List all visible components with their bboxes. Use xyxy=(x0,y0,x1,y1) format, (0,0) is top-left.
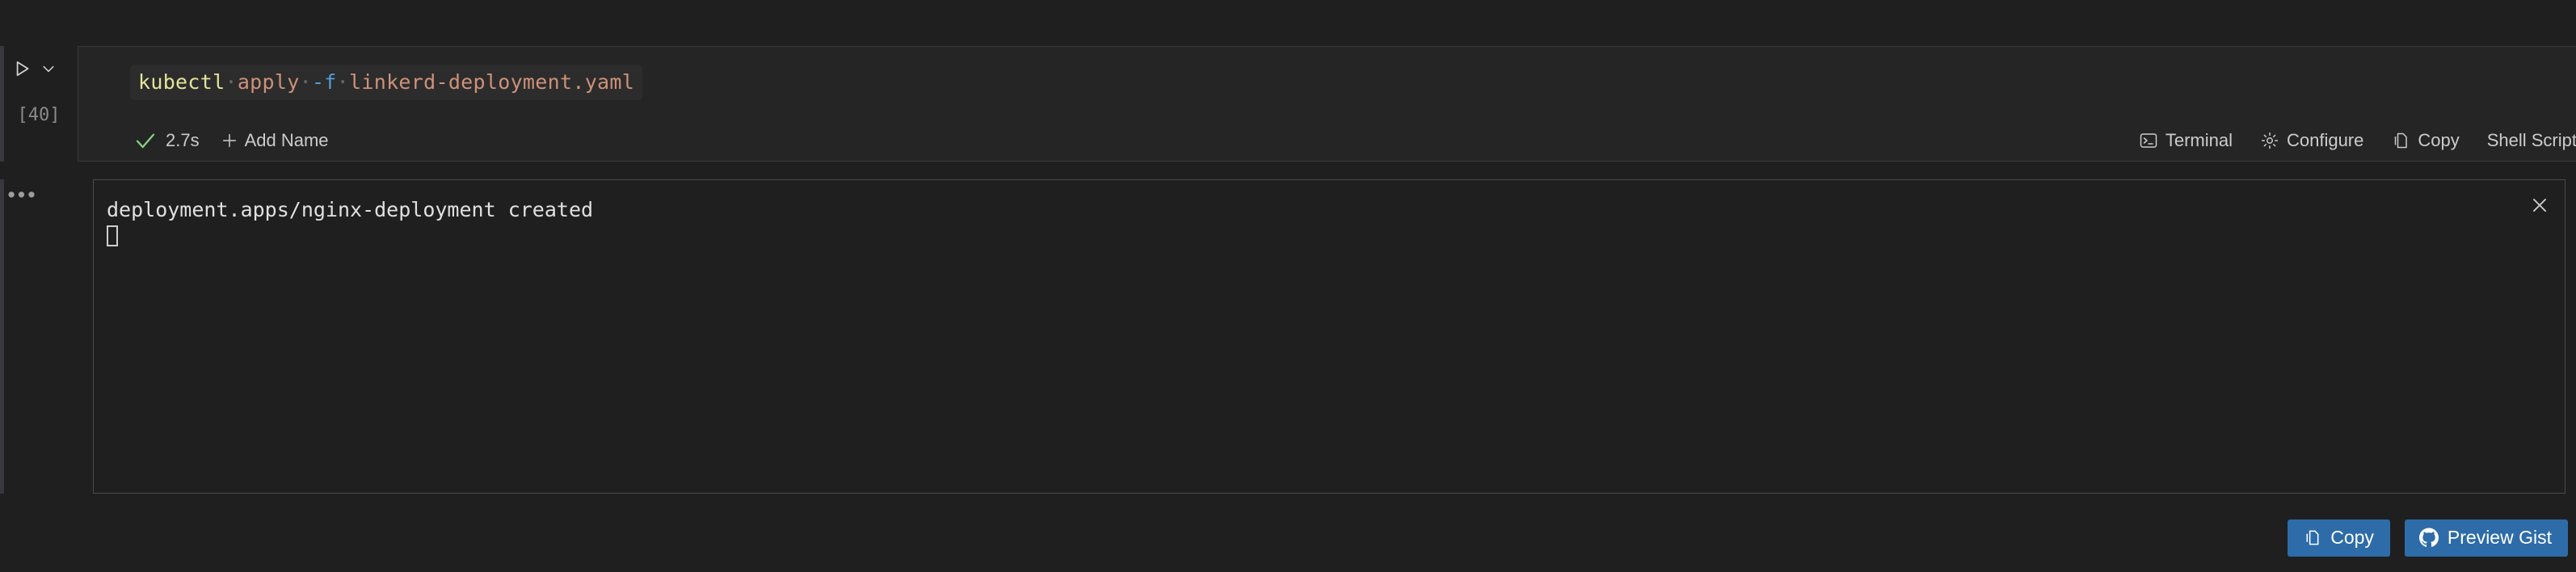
preview-gist-button[interactable]: Preview Gist xyxy=(2404,519,2568,557)
output-cursor-block xyxy=(107,225,118,246)
command-token-6: linkerd-deployment.yaml xyxy=(349,69,635,94)
play-triangle-icon[interactable] xyxy=(11,58,32,79)
cell-output-text: deployment.apps/nginx-deployment created xyxy=(107,196,593,250)
add-name-button[interactable]: Add Name xyxy=(221,130,329,151)
terminal-icon xyxy=(2139,131,2158,150)
command-token-5: · xyxy=(336,69,350,94)
copy-button[interactable]: Copy xyxy=(2288,519,2390,557)
command-token-2: apply xyxy=(237,69,300,94)
toolbar-label-shell-script: Shell Script xyxy=(2486,130,2576,150)
command-token-1: · xyxy=(225,69,238,94)
github-icon xyxy=(2418,528,2439,548)
gear-icon xyxy=(2260,131,2279,150)
toolbar-label-terminal: Terminal xyxy=(2165,130,2233,150)
cell-status-left: 2.7s Add Name xyxy=(132,121,329,160)
command-token-0: kubectl xyxy=(138,69,225,94)
preview-gist-button-label: Preview Gist xyxy=(2447,527,2552,548)
cell-output-line: deployment.apps/nginx-deployment created xyxy=(107,198,594,221)
copy-icon xyxy=(2391,131,2410,150)
check-icon xyxy=(132,127,159,154)
more-actions-icon[interactable]: ••• xyxy=(7,184,35,206)
cell-run-controls xyxy=(11,58,57,79)
cell-status-bar: 2.7s Add Name Terminal Configure Copy Sh… xyxy=(78,121,2576,160)
toolbar-item-copy[interactable]: Copy xyxy=(2391,130,2460,151)
add-name-label: Add Name xyxy=(244,130,329,150)
execution-duration: 2.7s xyxy=(166,130,200,150)
toolbar-label-configure: Configure xyxy=(2286,130,2364,150)
execution-count: [40] xyxy=(17,105,61,125)
cell-output-container: deployment.apps/nginx-deployment created xyxy=(93,179,2565,494)
cell-action-buttons: Copy Preview Gist xyxy=(2288,519,2568,557)
command-input[interactable]: kubectl · apply · -f · linkerd-deployment.yaml xyxy=(130,65,643,100)
toolbar-item-configure[interactable]: Configure xyxy=(2260,130,2363,151)
command-token-3: · xyxy=(299,69,312,94)
toolbar-item-shell-script[interactable]: Shell Script xyxy=(2487,130,2576,151)
copy-button-label: Copy xyxy=(2330,527,2374,548)
command-token-4: -f xyxy=(311,69,337,94)
notebook-cell-view: [40] ••• kubectl · apply · -f · linkerd-deploy… xyxy=(0,0,2576,572)
cell-container: kubectl · apply · -f · linkerd-deployment.yaml… xyxy=(78,46,2576,162)
cell-status-toolbar: Terminal Configure Copy Shell Script xyxy=(2111,121,2576,160)
chevron-down-icon[interactable] xyxy=(40,61,57,77)
close-icon[interactable] xyxy=(2526,191,2553,219)
plus-icon xyxy=(221,132,238,149)
toolbar-label-copy: Copy xyxy=(2418,130,2460,150)
copy-icon xyxy=(2302,528,2321,548)
toolbar-item-terminal[interactable]: Terminal xyxy=(2139,130,2233,151)
cell-gutter: [40] ••• xyxy=(0,0,78,572)
